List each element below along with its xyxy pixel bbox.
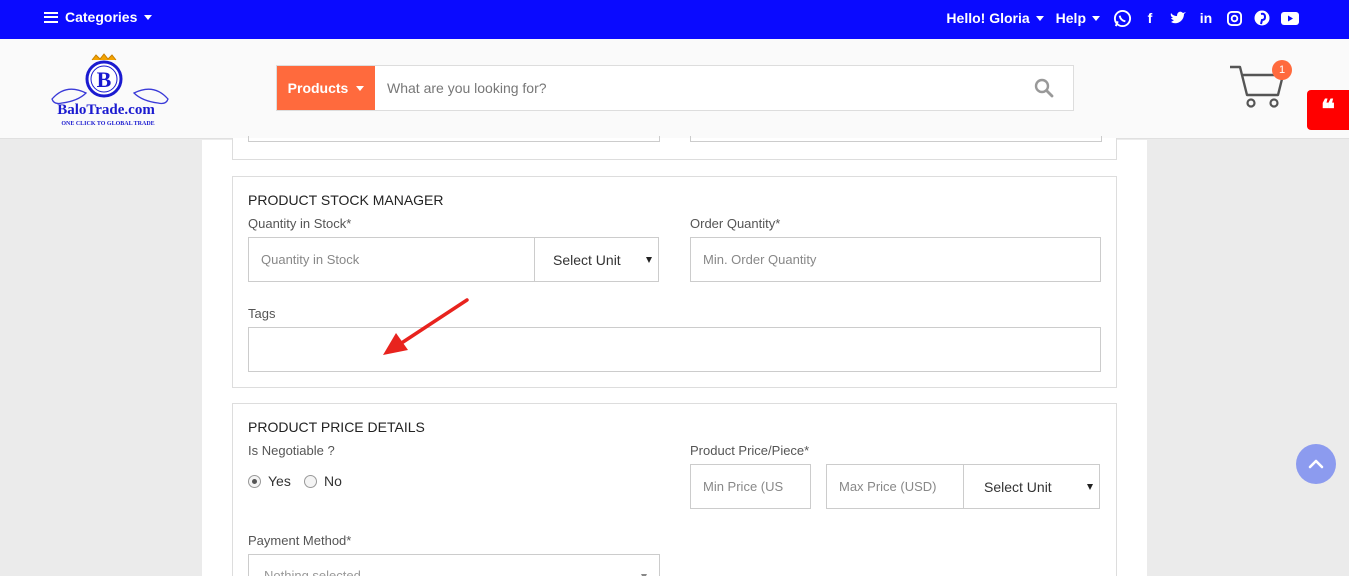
section-title: PRODUCT PRICE DETAILS <box>248 419 425 435</box>
hamburger-icon <box>44 11 58 23</box>
payment-method-select[interactable]: Nothing selected <box>248 554 660 576</box>
dropdown-arrow-icon <box>1087 484 1093 490</box>
stock-unit-select[interactable]: Select Unit <box>534 237 659 282</box>
price-label: Product Price/Piece* <box>690 443 810 458</box>
cart-count-badge: 1 <box>1272 60 1292 80</box>
radio-unchecked-icon <box>304 474 317 488</box>
previous-field[interactable] <box>690 136 1102 142</box>
negotiable-label: Is Negotiable ? <box>248 443 335 458</box>
logo-letter: B <box>97 67 112 92</box>
user-menu[interactable]: Hello! Gloria <box>946 10 1044 26</box>
categories-menu[interactable]: Categories <box>44 9 153 25</box>
order-quantity-label: Order Quantity* <box>690 216 781 231</box>
radio-label: Yes <box>268 473 291 489</box>
top-bar: Categories Hello! Gloria Help f in <box>0 0 1349 39</box>
search-icon <box>1034 78 1054 98</box>
search-button[interactable] <box>1015 66 1073 110</box>
radio-label: No <box>324 473 342 489</box>
quote-icon[interactable]: ❝ <box>1307 90 1349 130</box>
search-category-dropdown[interactable]: Products <box>277 66 375 110</box>
youtube-icon[interactable] <box>1280 8 1300 28</box>
pinterest-icon[interactable] <box>1252 8 1272 28</box>
max-price-input[interactable]: Max Price (USD) <box>826 464 964 509</box>
select-value: Select Unit <box>553 251 621 268</box>
chevron-up-icon <box>1308 459 1324 469</box>
select-value: Select Unit <box>984 478 1052 495</box>
order-quantity-input[interactable]: Min. Order Quantity <box>690 237 1101 282</box>
help-menu[interactable]: Help <box>1056 10 1100 26</box>
price-unit-select[interactable]: Select Unit <box>963 464 1100 509</box>
negotiable-no-radio[interactable]: No <box>304 473 342 489</box>
min-price-input[interactable]: Min Price (US <box>690 464 811 509</box>
whatsapp-icon[interactable] <box>1112 8 1132 28</box>
tags-input[interactable] <box>248 327 1101 372</box>
negotiable-yes-radio[interactable]: Yes <box>248 473 291 489</box>
greeting-label: Hello! Gloria <box>946 10 1030 26</box>
categories-label: Categories <box>65 9 138 25</box>
linkedin-icon[interactable]: in <box>1196 8 1216 28</box>
search-category-label: Products <box>287 80 349 96</box>
logo-wordmark: BaloTrade.com <box>57 102 155 118</box>
stock-manager-panel: PRODUCT STOCK MANAGER Quantity in Stock*… <box>232 176 1117 388</box>
previous-field[interactable] <box>248 136 660 142</box>
tags-label: Tags <box>248 306 276 321</box>
quantity-label: Quantity in Stock* <box>248 216 352 231</box>
facebook-icon[interactable]: f <box>1140 8 1160 28</box>
chevron-down-icon <box>1035 15 1044 21</box>
twitter-icon[interactable] <box>1168 8 1188 28</box>
help-label: Help <box>1055 10 1086 26</box>
chevron-down-icon <box>356 85 365 91</box>
price-details-panel: PRODUCT PRICE DETAILS Is Negotiable ? Ye… <box>232 403 1117 576</box>
instagram-icon[interactable] <box>1224 8 1244 28</box>
radio-checked-icon <box>248 474 261 488</box>
logo-tagline: ONE CLICK TO GLOBAL TRADE <box>61 121 154 127</box>
dropdown-arrow-icon <box>646 257 652 263</box>
scroll-to-top-button[interactable] <box>1296 444 1336 484</box>
product-form: PRODUCT STOCK MANAGER Quantity in Stock*… <box>202 136 1147 576</box>
select-value: Nothing selected <box>264 568 361 576</box>
chevron-down-icon <box>1092 15 1100 21</box>
search-input[interactable] <box>375 66 1015 110</box>
section-title: PRODUCT STOCK MANAGER <box>248 192 444 208</box>
balotrade-logo[interactable]: B BaloTrade.com ONE CLICK TO GLOBAL TRAD… <box>48 53 172 127</box>
site-header: B BaloTrade.com ONE CLICK TO GLOBAL TRAD… <box>0 39 1349 139</box>
previous-section-panel <box>232 136 1117 160</box>
quantity-input[interactable]: Quantity in Stock <box>248 237 535 282</box>
chevron-down-icon <box>144 14 153 20</box>
payment-method-label: Payment Method* <box>248 533 352 548</box>
search-bar: Products <box>276 65 1074 111</box>
